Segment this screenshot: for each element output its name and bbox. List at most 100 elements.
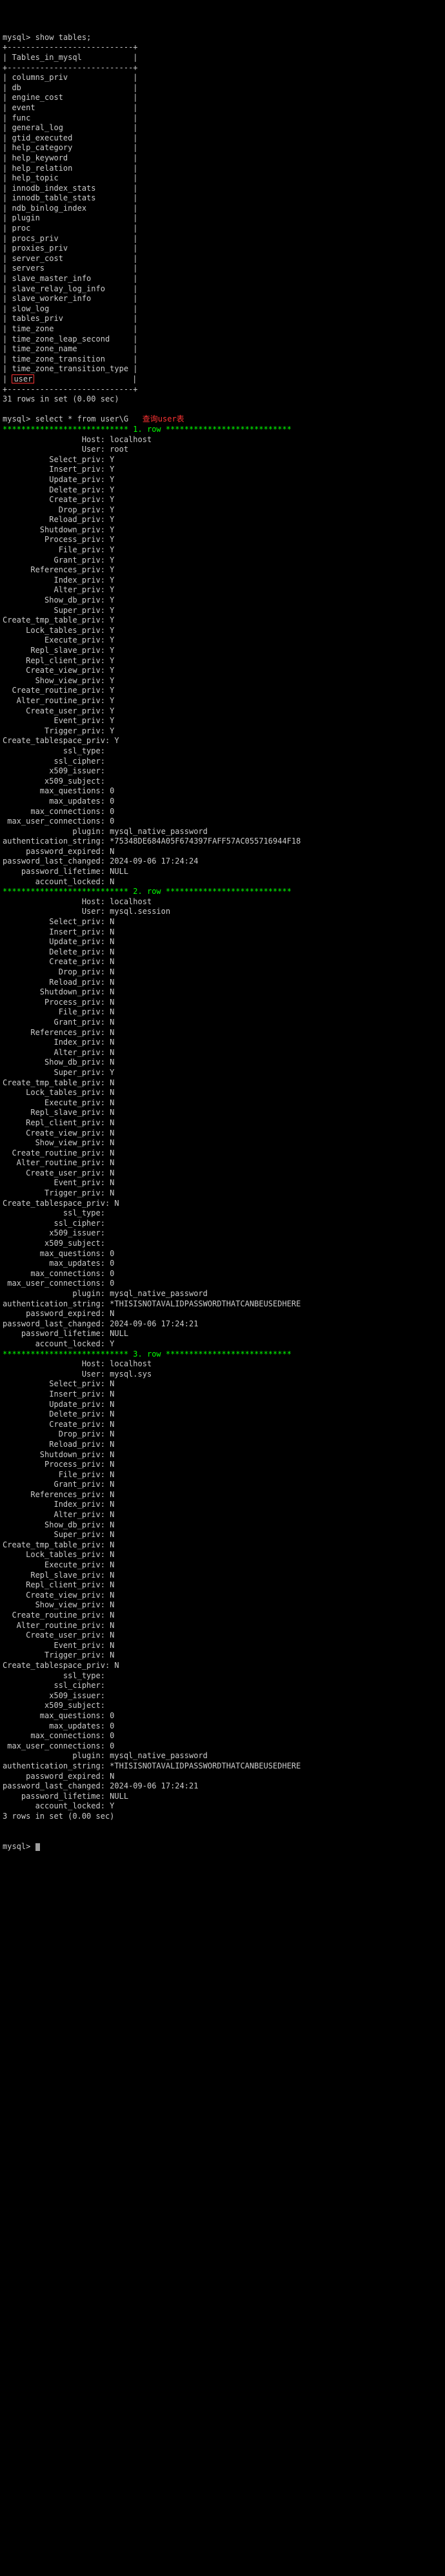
table-row: | server_cost | [3, 254, 138, 263]
cmd-select-user[interactable]: select * from user\G [35, 414, 129, 423]
table-row: | time_zone_transition | [3, 354, 138, 363]
field-row: max_updates: 0 [3, 797, 114, 806]
field-row: Index_priv: N [3, 1500, 114, 1509]
field-row: Show_view_priv: Y [3, 676, 114, 685]
table-row: | time_zone_name | [3, 344, 138, 353]
field-row: Show_view_priv: N [3, 1600, 114, 1609]
user-table-highlight: user [12, 374, 34, 383]
table-row: | slave_worker_info | [3, 294, 138, 303]
field-row: plugin: mysql_native_password [3, 1289, 208, 1298]
field-row: Select_priv: N [3, 1379, 114, 1388]
field-row: x509_subject: [3, 1239, 110, 1248]
table-row: | gtid_executed | [3, 133, 138, 142]
field-row: Repl_client_priv: N [3, 1118, 114, 1127]
field-row: Shutdown_priv: N [3, 987, 114, 996]
field-row: Create_user_priv: N [3, 1168, 114, 1177]
field-row: Shutdown_priv: Y [3, 525, 114, 534]
field-row: Update_priv: N [3, 937, 114, 946]
field-row: Alter_routine_priv: N [3, 1158, 114, 1167]
field-row: Event_priv: N [3, 1178, 114, 1187]
field-row: Create_tablespace_priv: N [3, 1199, 119, 1208]
cmd-show-tables[interactable]: show tables; [35, 33, 92, 42]
rows-summary: 3 rows in set (0.00 sec) [3, 1812, 114, 1821]
prompt: mysql> [3, 33, 30, 42]
field-row: Alter_priv: N [3, 1510, 114, 1519]
field-row: x509_issuer: [3, 766, 110, 775]
field-row: authentication_string: *THISISNOTAVALIDP… [3, 1761, 301, 1770]
field-row: Grant_priv: N [3, 1480, 114, 1489]
table-row: | db | [3, 83, 138, 92]
field-row: Create_view_priv: N [3, 1591, 114, 1600]
field-row: max_questions: 0 [3, 1249, 114, 1258]
field-row: ssl_type: [3, 746, 110, 755]
table-row: | [3, 374, 12, 383]
field-row: Drop_priv: N [3, 967, 114, 976]
field-row: Host: localhost [3, 897, 152, 906]
table-row: | columns_priv | [3, 73, 138, 82]
field-row: Host: localhost [3, 435, 152, 444]
field-row: Update_priv: Y [3, 475, 114, 484]
table-row: | help_category | [3, 143, 138, 152]
field-row: Create_tmp_table_priv: N [3, 1540, 114, 1549]
field-row: password_last_changed: 2024-09-06 17:24:… [3, 1319, 198, 1328]
field-row: Create_tablespace_priv: Y [3, 736, 119, 745]
field-row: Trigger_priv: N [3, 1188, 114, 1197]
field-row: Create_user_priv: N [3, 1631, 114, 1640]
field-row: Create_routine_priv: N [3, 1148, 114, 1157]
field-row: Drop_priv: Y [3, 505, 114, 514]
field-row: authentication_string: *75348DE684A05F67… [3, 837, 301, 846]
field-row: References_priv: N [3, 1490, 114, 1499]
field-row: password_lifetime: NULL [3, 1792, 128, 1801]
table-row: | proxies_priv | [3, 244, 138, 253]
field-row: Drop_priv: N [3, 1429, 114, 1438]
table-border: +---------------------------+ [3, 43, 138, 52]
field-row: Create_view_priv: Y [3, 666, 114, 675]
table-row: | innodb_index_stats | [3, 184, 138, 193]
field-row: User: mysql.sys [3, 1370, 152, 1379]
field-row: x509_subject: [3, 777, 110, 786]
table-border: +---------------------------+ [3, 63, 138, 72]
table-row: | time_zone | [3, 324, 138, 333]
field-row: ssl_cipher: [3, 1219, 110, 1228]
terminal-output: mysql> show tables; +-------------------… [3, 33, 442, 1852]
field-row: password_last_changed: 2024-09-06 17:24:… [3, 1781, 198, 1790]
rows-summary: 31 rows in set (0.00 sec) [3, 394, 119, 403]
table-row: | time_zone_leap_second | [3, 334, 138, 344]
field-row: Lock_tables_priv: N [3, 1088, 114, 1097]
field-row: Create_priv: N [3, 957, 114, 966]
table-row: | engine_cost | [3, 93, 138, 102]
table-row: | general_log | [3, 123, 138, 132]
field-row: account_locked: Y [3, 1339, 114, 1348]
field-row: Insert_priv: Y [3, 465, 114, 474]
field-row: password_last_changed: 2024-09-06 17:24:… [3, 857, 198, 866]
field-row: Host: localhost [3, 1359, 152, 1368]
field-row: Show_db_priv: N [3, 1520, 114, 1529]
field-row: Trigger_priv: Y [3, 726, 114, 735]
field-row: ssl_type: [3, 1208, 110, 1217]
field-row: max_user_connections: 0 [3, 817, 114, 826]
field-row: x509_issuer: [3, 1228, 110, 1237]
field-row: Delete_priv: Y [3, 485, 114, 494]
cursor[interactable] [35, 1843, 40, 1851]
prompt: mysql> [3, 414, 30, 423]
field-row: Create_tablespace_priv: N [3, 1661, 119, 1670]
field-row: max_user_connections: 0 [3, 1279, 114, 1288]
field-row: Execute_priv: N [3, 1560, 114, 1569]
field-row: max_user_connections: 0 [3, 1741, 114, 1750]
field-row: Show_db_priv: N [3, 1058, 114, 1067]
field-row: Trigger_priv: N [3, 1651, 114, 1660]
field-row: Process_priv: Y [3, 535, 114, 544]
field-row: Create_user_priv: Y [3, 706, 114, 715]
field-row: Reload_priv: N [3, 1440, 114, 1449]
field-row: Reload_priv: Y [3, 515, 114, 524]
table-row: | procs_priv | [3, 234, 138, 243]
field-row: Insert_priv: N [3, 927, 114, 936]
field-row: Grant_priv: Y [3, 556, 114, 565]
field-row: password_expired: N [3, 847, 114, 856]
field-row: max_questions: 0 [3, 786, 114, 795]
field-row: Index_priv: N [3, 1038, 114, 1047]
field-row: max_connections: 0 [3, 1269, 114, 1278]
field-row: Delete_priv: N [3, 1409, 114, 1419]
field-row: Repl_slave_priv: Y [3, 646, 114, 655]
field-row: Update_priv: N [3, 1400, 114, 1409]
